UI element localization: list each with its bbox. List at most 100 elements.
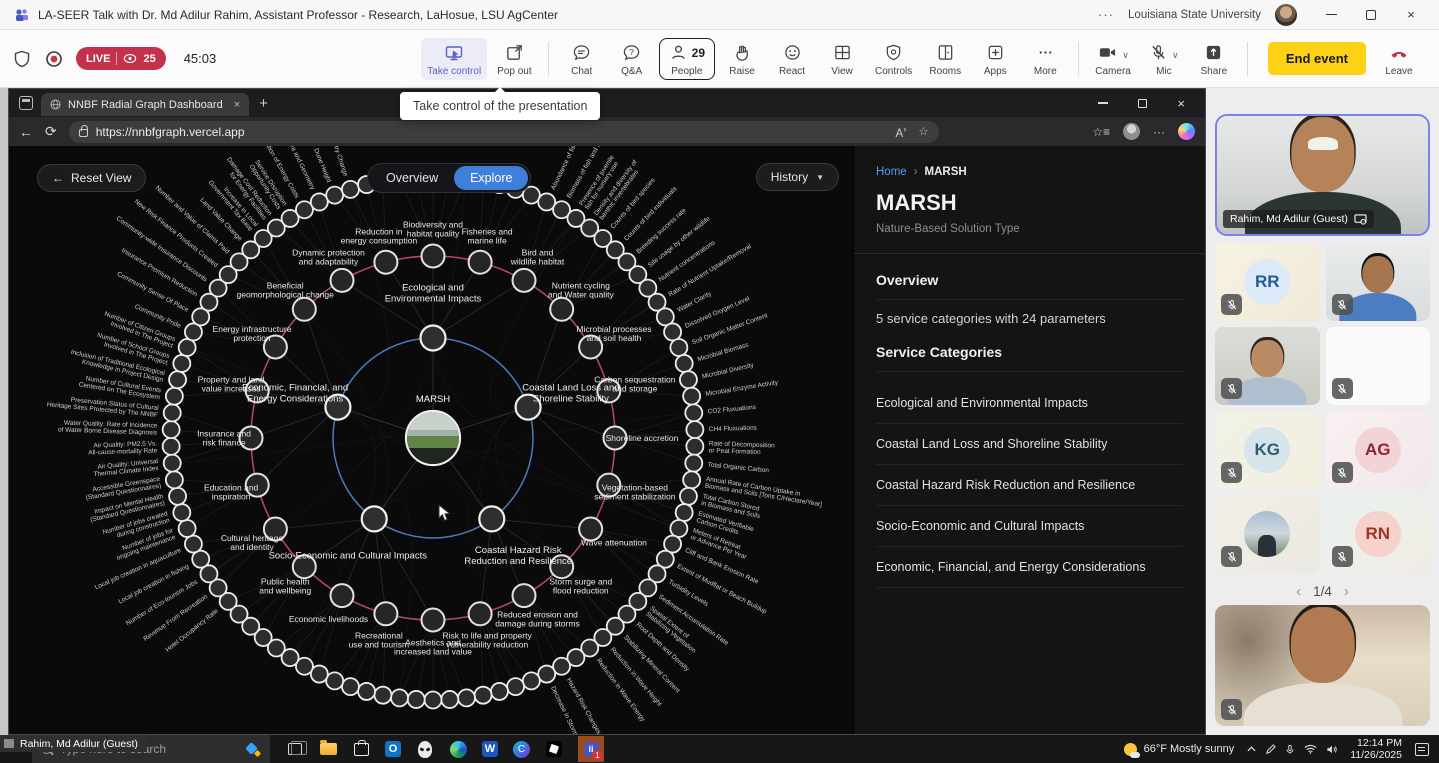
- outer-node[interactable]: [166, 471, 183, 488]
- task-view-icon[interactable]: [286, 740, 304, 758]
- parameter-node[interactable]: [550, 298, 573, 321]
- favorites-icon[interactable]: ☆≡: [1092, 125, 1110, 139]
- participant-tile[interactable]: AG: [1326, 411, 1431, 489]
- outer-node[interactable]: [166, 388, 183, 405]
- outer-node[interactable]: [686, 438, 703, 455]
- outer-node[interactable]: [173, 504, 190, 521]
- toolbar-react-button[interactable]: React: [769, 38, 815, 80]
- parameter-node[interactable]: [469, 251, 492, 274]
- parameter-node[interactable]: [422, 609, 445, 632]
- browser-restore-icon[interactable]: [1138, 99, 1147, 108]
- word-icon[interactable]: W: [482, 741, 498, 757]
- outer-node[interactable]: [326, 187, 343, 204]
- outer-node[interactable]: [685, 455, 702, 472]
- radial-graph[interactable]: Abundance of fish and shellfishBiomass o…: [9, 146, 853, 734]
- copilot-icon[interactable]: [1178, 123, 1195, 140]
- chevron-down-icon[interactable]: ∨: [1122, 50, 1129, 61]
- dark-app-icon[interactable]: [545, 740, 563, 758]
- service-category-item[interactable]: Ecological and Environmental Impacts: [876, 383, 1183, 424]
- toolbar-people-button[interactable]: 29People: [659, 38, 715, 80]
- alienware-icon[interactable]: [416, 740, 434, 758]
- toolbar-mic-button[interactable]: ∨Mic: [1141, 38, 1187, 80]
- service-category-item[interactable]: Coastal Land Loss and Shoreline Stabilit…: [876, 424, 1183, 465]
- outer-node[interactable]: [441, 691, 458, 708]
- toolbar-more-button[interactable]: More: [1022, 38, 1068, 80]
- leave-button[interactable]: Leave: [1376, 38, 1422, 80]
- parameter-node[interactable]: [331, 269, 354, 292]
- outer-node[interactable]: [374, 687, 391, 704]
- participant-bottom-tile[interactable]: [1215, 605, 1430, 726]
- outer-node[interactable]: [685, 404, 702, 421]
- parameter-node[interactable]: [374, 251, 397, 274]
- outer-node[interactable]: [523, 672, 540, 689]
- user-avatar[interactable]: [1275, 4, 1297, 26]
- parameter-node[interactable]: [513, 584, 536, 607]
- edge-icon[interactable]: [449, 740, 467, 758]
- browser-close-icon[interactable]: ×: [1177, 96, 1185, 111]
- teams-taskbar-icon[interactable]: ii1: [578, 736, 604, 762]
- reset-view-button[interactable]: ←Reset View: [37, 164, 146, 192]
- toolbar-share-button[interactable]: Share: [1191, 38, 1237, 80]
- parameter-node[interactable]: [513, 269, 536, 292]
- parameter-node[interactable]: [293, 298, 316, 321]
- parameter-node[interactable]: [374, 602, 397, 625]
- outer-node[interactable]: [491, 683, 508, 700]
- browser-profile-avatar[interactable]: [1123, 123, 1140, 140]
- toolbar-rooms-button[interactable]: Rooms: [922, 38, 968, 80]
- parameter-node[interactable]: [469, 602, 492, 625]
- weather-widget[interactable]: 66°F Mostly sunny: [1124, 743, 1235, 756]
- tab-overview[interactable]: Overview: [370, 166, 454, 190]
- toolbar-view-button[interactable]: View: [819, 38, 865, 80]
- outer-node[interactable]: [664, 323, 681, 340]
- titlebar-more-icon[interactable]: ···: [1098, 7, 1114, 22]
- outer-node[interactable]: [507, 678, 524, 695]
- system-tray[interactable]: [1247, 744, 1337, 755]
- canva-icon[interactable]: C: [513, 741, 530, 758]
- file-explorer-icon[interactable]: [319, 740, 337, 758]
- outer-node[interactable]: [342, 181, 359, 198]
- category-node[interactable]: [362, 506, 387, 531]
- notification-center-icon[interactable]: [1415, 743, 1429, 756]
- outer-node[interactable]: [538, 666, 555, 683]
- toolbar-raise-button[interactable]: Raise: [719, 38, 765, 80]
- pager-next-icon[interactable]: ›: [1344, 583, 1349, 600]
- toolbar-qa-button[interactable]: ?Q&A: [609, 38, 655, 80]
- end-event-button[interactable]: End event: [1268, 42, 1366, 75]
- chevron-down-icon[interactable]: ∨: [1172, 50, 1179, 61]
- refresh-icon[interactable]: ⟳: [45, 123, 57, 140]
- new-tab-button[interactable]: +: [259, 95, 268, 112]
- breadcrumb-home-link[interactable]: Home: [876, 166, 907, 178]
- participant-tile[interactable]: RN: [1326, 495, 1431, 573]
- pager-prev-icon[interactable]: ‹: [1296, 583, 1301, 600]
- outer-node[interactable]: [342, 678, 359, 695]
- outer-node[interactable]: [164, 404, 181, 421]
- outer-node[interactable]: [676, 355, 693, 372]
- outer-node[interactable]: [326, 672, 343, 689]
- outer-node[interactable]: [169, 488, 186, 505]
- outer-node[interactable]: [676, 504, 693, 521]
- category-node[interactable]: [421, 326, 446, 351]
- parameter-node[interactable]: [422, 245, 445, 268]
- favorite-star-icon[interactable]: ☆: [918, 124, 928, 138]
- tab-explore[interactable]: Explore: [454, 166, 528, 190]
- outer-node[interactable]: [164, 455, 181, 472]
- participant-tile[interactable]: KG: [1215, 411, 1320, 489]
- outer-node[interactable]: [179, 520, 196, 537]
- toolbar-take-control-button[interactable]: Take control: [421, 38, 487, 80]
- back-icon[interactable]: ←: [19, 124, 33, 140]
- parameter-node[interactable]: [331, 584, 354, 607]
- toolbar-camera-button[interactable]: ∨Camera: [1089, 38, 1137, 80]
- url-bar[interactable]: https://nnbfgraph.vercel.app A› ☆: [69, 121, 939, 143]
- outer-node[interactable]: [475, 687, 492, 704]
- outer-node[interactable]: [311, 193, 328, 210]
- participant-tile[interactable]: RR: [1215, 243, 1320, 321]
- toolbar-controls-button[interactable]: Controls: [869, 38, 918, 80]
- outer-node[interactable]: [458, 689, 475, 706]
- browser-menu-icon[interactable]: ···: [1153, 125, 1165, 139]
- clock[interactable]: 12:14 PM 11/26/2025: [1350, 737, 1402, 761]
- outer-node[interactable]: [680, 371, 697, 388]
- participant-tile[interactable]: [1326, 243, 1431, 321]
- outlook-icon[interactable]: O: [385, 741, 401, 757]
- microsoft-store-icon[interactable]: [352, 740, 370, 758]
- tab-actions-icon[interactable]: [19, 96, 33, 110]
